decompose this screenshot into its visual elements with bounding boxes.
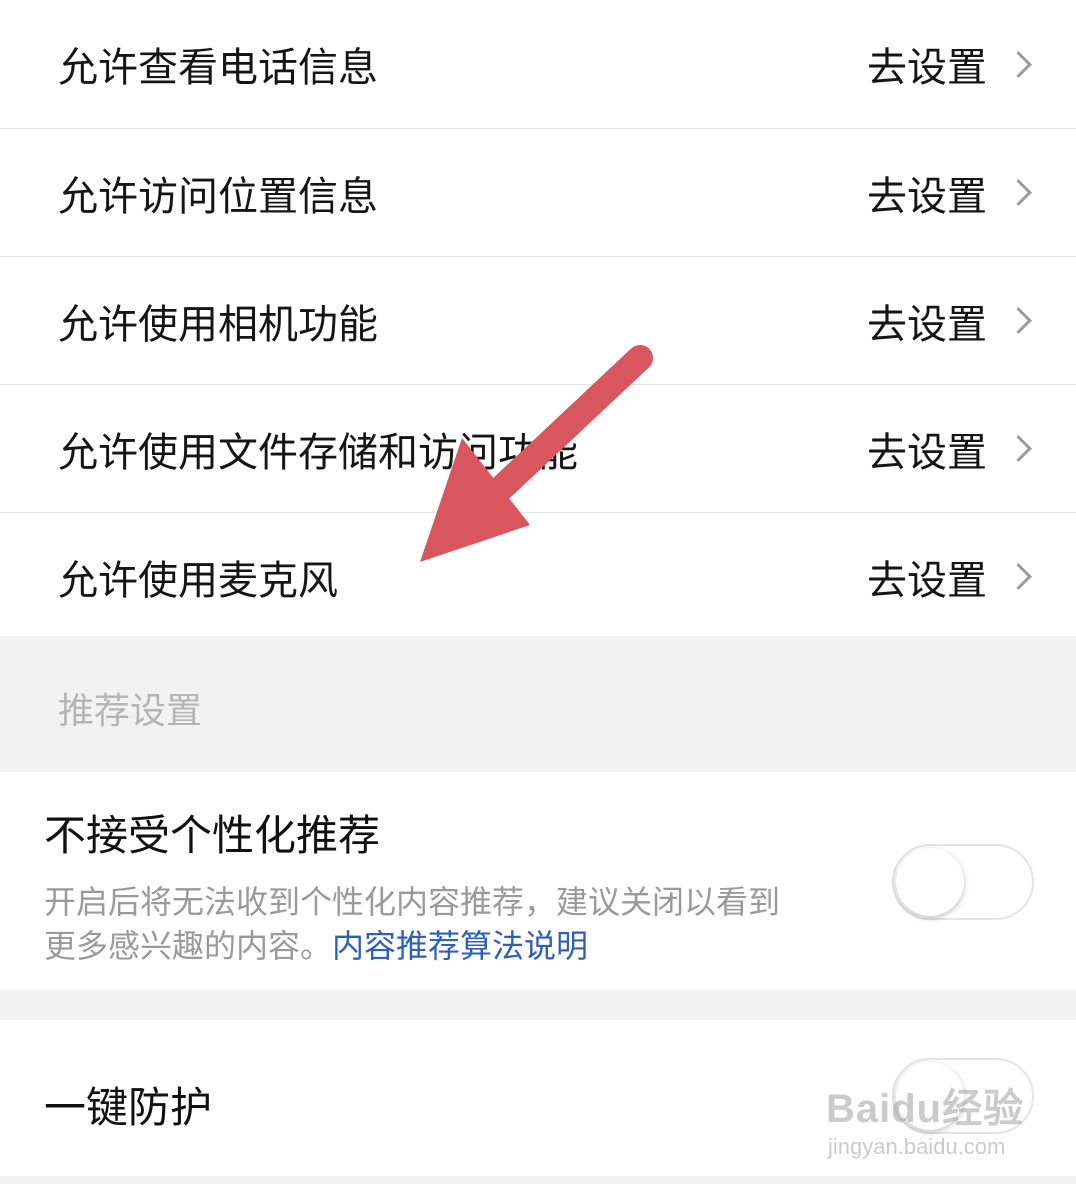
chevron-right-icon bbox=[1005, 435, 1032, 462]
go-settings-text: 去设置 bbox=[867, 301, 987, 348]
go-settings-link[interactable]: 去设置 bbox=[867, 129, 1036, 256]
go-settings-text: 去设置 bbox=[867, 429, 987, 476]
chevron-right-icon bbox=[1005, 50, 1032, 78]
personalized-toggle[interactable] bbox=[892, 844, 1034, 920]
chevron-right-icon bbox=[1005, 563, 1032, 590]
permission-label: 允许查看电话信息 bbox=[58, 45, 378, 91]
personalized-description: 开启后将无法收到个性化内容推荐，建议关闭以看到更多感兴趣的内容。内容推荐算法说明 bbox=[44, 880, 804, 968]
go-settings-text: 去设置 bbox=[867, 173, 987, 220]
permission-row-file-storage[interactable]: 允许使用文件存储和访问功能 去设置 bbox=[0, 384, 1076, 512]
go-settings-text: 去设置 bbox=[867, 45, 987, 91]
go-settings-link[interactable]: 去设置 bbox=[867, 257, 1036, 384]
permission-row-camera[interactable]: 允许使用相机功能 去设置 bbox=[0, 256, 1076, 384]
chevron-right-icon bbox=[1005, 179, 1032, 206]
permission-label: 允许使用麦克风 bbox=[58, 557, 338, 604]
baidu-watermark: Baidu经验 jingyan.baidu.com bbox=[826, 1058, 1046, 1178]
permission-row-phone-info[interactable]: 允许查看电话信息 去设置 bbox=[0, 0, 1076, 128]
permission-label: 允许使用文件存储和访问功能 bbox=[58, 429, 578, 476]
go-settings-link[interactable]: 去设置 bbox=[867, 385, 1036, 512]
chevron-right-icon bbox=[1005, 307, 1032, 334]
settings-page: 允许查看电话信息 去设置 允许访问位置信息 去设置 允许使用相机功能 去设置 允… bbox=[0, 0, 1076, 1184]
recommend-section-header: 推荐设置 bbox=[0, 636, 1076, 772]
section-header-title: 推荐设置 bbox=[58, 691, 203, 732]
go-settings-text: 去设置 bbox=[867, 557, 987, 604]
personalized-recommendation-setting: 不接受个性化推荐 开启后将无法收到个性化内容推荐，建议关闭以看到更多感兴趣的内容… bbox=[0, 772, 1076, 990]
toggle-knob bbox=[896, 848, 964, 916]
go-settings-link[interactable]: 去设置 bbox=[867, 513, 1036, 640]
personalized-title: 不接受个性化推荐 bbox=[44, 811, 381, 860]
permission-row-microphone[interactable]: 允许使用麦克风 去设置 bbox=[0, 512, 1076, 640]
watermark-url: jingyan.baidu.com bbox=[828, 1134, 1006, 1159]
go-settings-link[interactable]: 去设置 bbox=[867, 0, 1036, 128]
permission-label: 允许访问位置信息 bbox=[58, 173, 378, 220]
protection-title: 一键防护 bbox=[44, 1083, 213, 1132]
permission-list: 允许查看电话信息 去设置 允许访问位置信息 去设置 允许使用相机功能 去设置 允… bbox=[0, 0, 1076, 640]
permission-row-location[interactable]: 允许访问位置信息 去设置 bbox=[0, 128, 1076, 256]
permission-label: 允许使用相机功能 bbox=[58, 301, 378, 348]
algorithm-explanation-link[interactable]: 内容推荐算法说明 bbox=[332, 927, 588, 965]
baidu-logo: Baidu经验 bbox=[826, 1087, 1025, 1131]
